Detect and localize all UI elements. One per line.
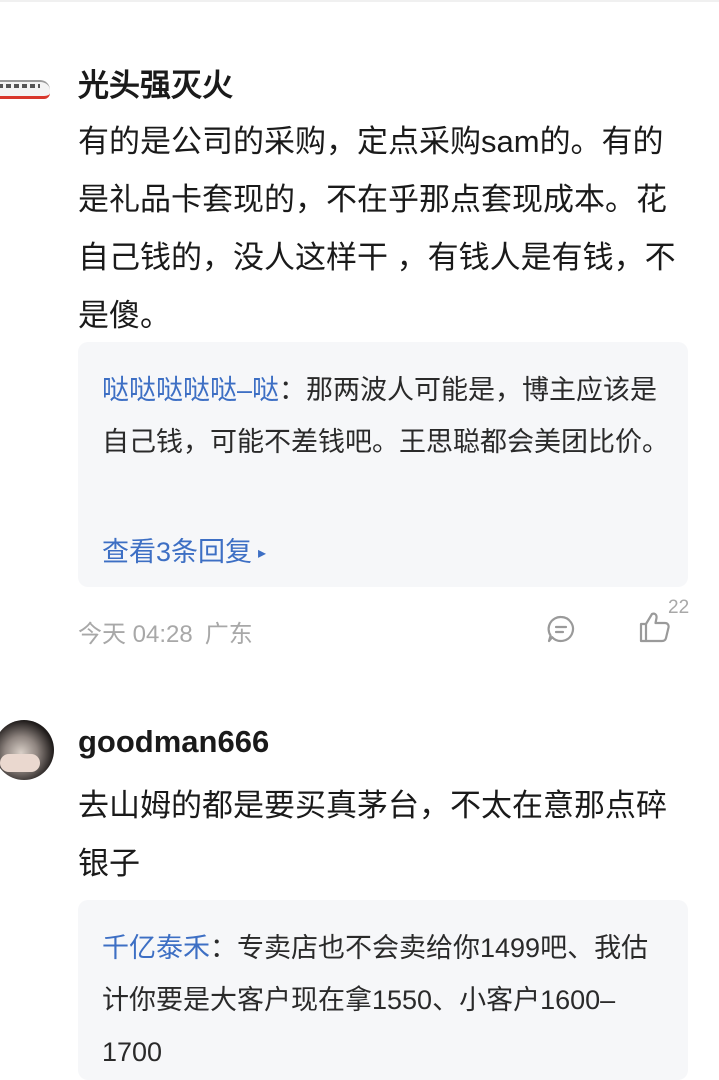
reply-author[interactable]: 千亿泰禾 <box>102 933 210 963</box>
view-replies-label: 查看3条回复 <box>102 537 253 567</box>
view-replies-link[interactable]: 查看3条回复 ▸ <box>102 530 266 569</box>
comment-location: 广东 <box>204 621 253 648</box>
reply-preview[interactable]: 千亿泰禾：专卖店也不会卖给你1499吧、我估计你要是大客户现在拿1550、小客户… <box>78 900 688 1080</box>
thumbs-up-icon[interactable] <box>638 610 672 644</box>
reply-separator: ： <box>279 375 307 405</box>
avatar[interactable] <box>0 58 54 118</box>
comment-meta: 今天 04:28 广东 <box>78 614 253 649</box>
arrow-right-icon: ▸ <box>258 545 267 562</box>
avatar[interactable] <box>0 720 54 780</box>
comment-icon[interactable] <box>546 614 576 644</box>
comment-content: 有的是公司的采购，定点采购sam的。有的是礼品卡套现的，不在乎那点套现成本。花自… <box>78 124 676 333</box>
comment-username[interactable]: 光头强灭火 <box>78 60 233 105</box>
reply-preview[interactable]: 哒哒哒哒哒–哒：那两波人可能是，博主应该是自己钱，可能不差钱吧。王思聪都会美团比… <box>78 342 688 587</box>
reply-separator: ： <box>210 933 237 963</box>
like-count: 22 <box>668 597 690 618</box>
train-image <box>0 80 50 99</box>
comment-time: 今天 04:28 <box>78 621 193 648</box>
top-divider <box>0 0 719 2</box>
avatar-image <box>0 754 40 772</box>
comment-content: 去山姆的都是要买真茅台，不太在意那点碎银子 <box>78 788 667 881</box>
comment-username[interactable]: goodman666 <box>78 724 269 760</box>
reply-author[interactable]: 哒哒哒哒哒–哒 <box>102 375 279 405</box>
